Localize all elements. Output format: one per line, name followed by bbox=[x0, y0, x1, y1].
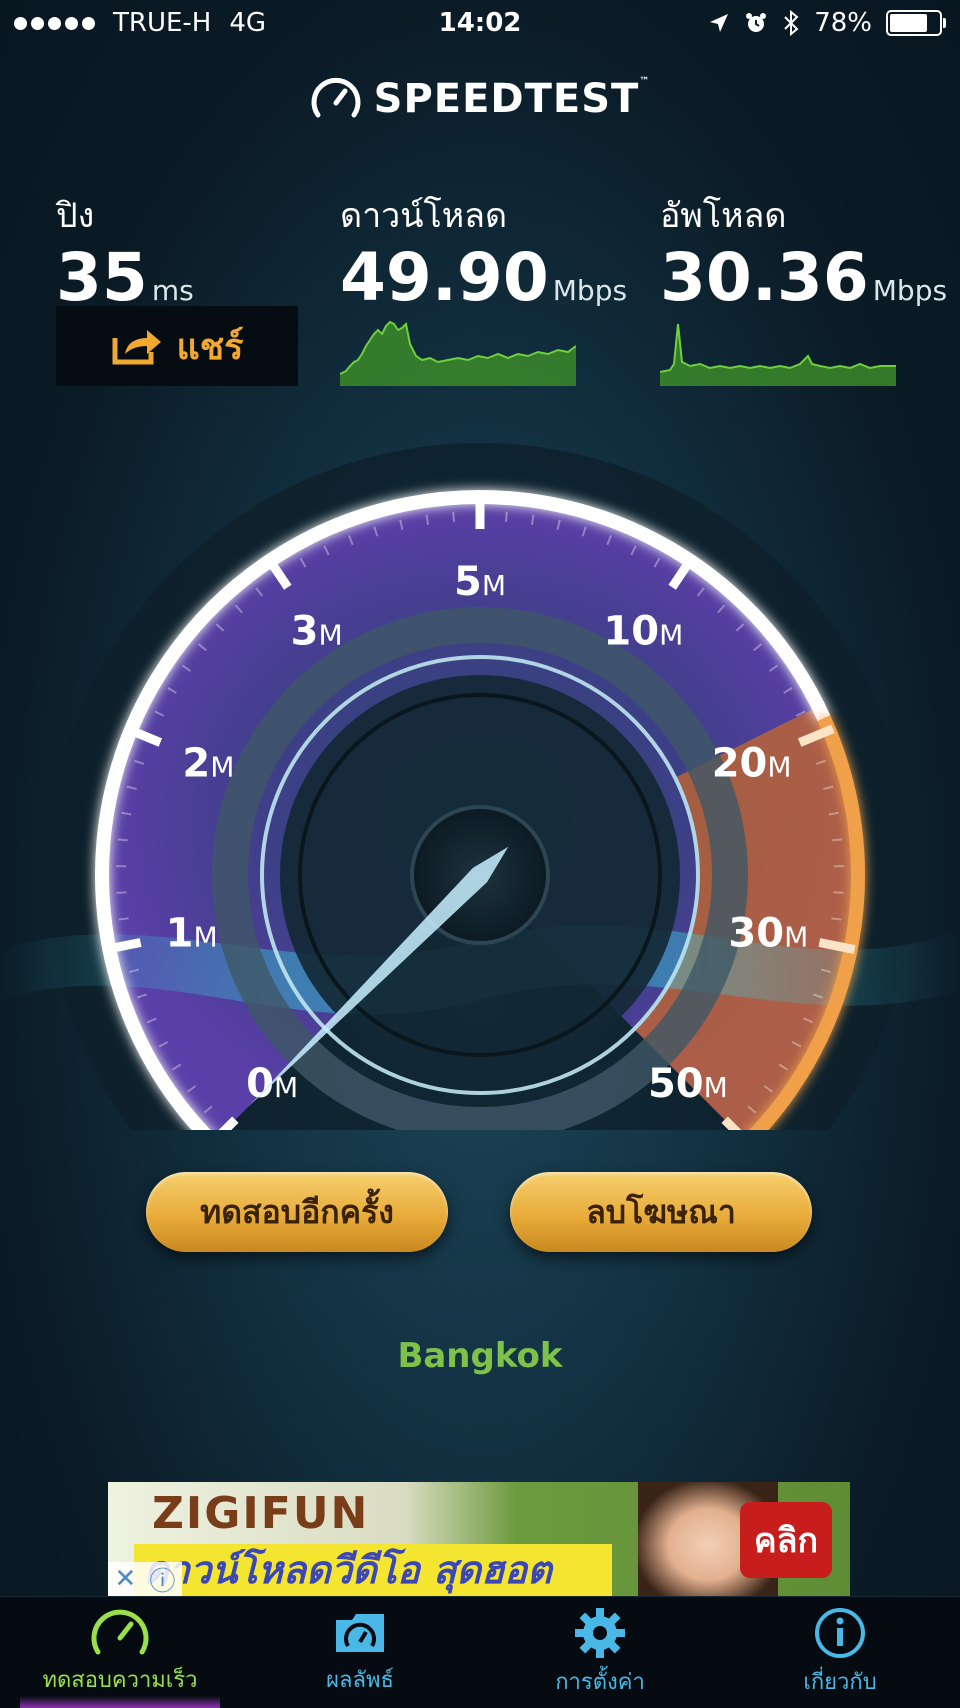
status-bar: TRUE-H 4G 14:02 78% bbox=[0, 0, 960, 48]
battery-icon bbox=[886, 10, 942, 36]
gauge-minor-tick bbox=[119, 918, 129, 919]
download-unit: Mbps bbox=[553, 274, 627, 307]
upload-metric: อัพโหลด 30.36Mbps bbox=[660, 188, 947, 327]
bluetooth-icon bbox=[782, 10, 800, 36]
download-value: 49.90Mbps bbox=[340, 242, 627, 327]
upload-sparkline bbox=[660, 316, 896, 386]
share-icon bbox=[111, 326, 165, 366]
tab-label: ผลลัพธ์ bbox=[326, 1662, 394, 1697]
tab-settings[interactable]: การตั้งค่า bbox=[480, 1597, 720, 1708]
ad-banner[interactable]: ZIGIFUN ดาวน์โหลดวีดีโอ สุดฮอต คลิก bbox=[108, 1482, 850, 1596]
gauge-minor-tick bbox=[831, 918, 841, 919]
gauge-minor-tick bbox=[453, 512, 454, 522]
tab-label: การตั้งค่า bbox=[555, 1664, 645, 1699]
speedometer-logo-icon bbox=[310, 77, 362, 121]
upload-unit: Mbps bbox=[873, 274, 947, 307]
download-label: ดาวน์โหลด bbox=[340, 188, 627, 242]
test-again-button[interactable]: ทดสอบอีกครั้ง bbox=[146, 1172, 448, 1252]
ping-unit: ms bbox=[152, 274, 194, 307]
tab-about[interactable]: เกี่ยวกับ bbox=[720, 1597, 960, 1708]
server-location[interactable]: Bangkok bbox=[0, 1336, 960, 1376]
alarm-clock-icon bbox=[744, 11, 768, 35]
battery-percent: 78% bbox=[814, 8, 872, 38]
speedometer-icon bbox=[90, 1608, 150, 1658]
download-sparkline bbox=[340, 316, 576, 386]
location-arrow-icon bbox=[708, 12, 730, 34]
tab-label: ทดสอบความเร็ว bbox=[42, 1662, 197, 1697]
speedtest-logo: SPEEDTEST™ bbox=[0, 76, 960, 122]
info-icon bbox=[813, 1606, 867, 1660]
tab-results[interactable]: ผลลัพธ์ bbox=[240, 1597, 480, 1708]
upload-value: 30.36Mbps bbox=[660, 242, 947, 327]
info-icon[interactable]: ⓘ bbox=[149, 1561, 175, 1598]
gauge-minor-tick bbox=[832, 839, 842, 840]
share-button[interactable]: แชร์ bbox=[56, 306, 298, 386]
ping-label: ปิง bbox=[56, 188, 194, 242]
gauge-minor-tick bbox=[118, 839, 128, 840]
ad-click-button[interactable]: คลิก bbox=[740, 1502, 832, 1578]
ad-choices[interactable]: ✕ ⓘ bbox=[108, 1562, 182, 1596]
ad-tagline: ดาวน์โหลดวีดีโอ สุดฮอต bbox=[134, 1544, 612, 1596]
gear-icon bbox=[573, 1606, 627, 1660]
speed-gauge: 0M1M2M3M5M10M20M30M50M bbox=[0, 430, 960, 1130]
logo-text: SPEEDTEST™ bbox=[374, 76, 651, 122]
tab-bar: ทดสอบความเร็ว ผลลัพธ์ การตั้งค่า bbox=[0, 1596, 960, 1708]
gauge-minor-tick bbox=[506, 512, 507, 522]
remove-ads-button[interactable]: ลบโฆษณา bbox=[510, 1172, 812, 1252]
download-metric: ดาวน์โหลด 49.90Mbps bbox=[340, 188, 627, 327]
results-folder-icon bbox=[330, 1608, 390, 1658]
ad-brand: ZIGIFUN bbox=[152, 1488, 369, 1539]
tab-speedtest[interactable]: ทดสอบความเร็ว bbox=[0, 1597, 240, 1708]
close-icon[interactable]: ✕ bbox=[115, 1564, 137, 1594]
tab-label: เกี่ยวกับ bbox=[803, 1664, 876, 1699]
upload-label: อัพโหลด bbox=[660, 188, 947, 242]
share-label: แชร์ bbox=[177, 318, 244, 375]
